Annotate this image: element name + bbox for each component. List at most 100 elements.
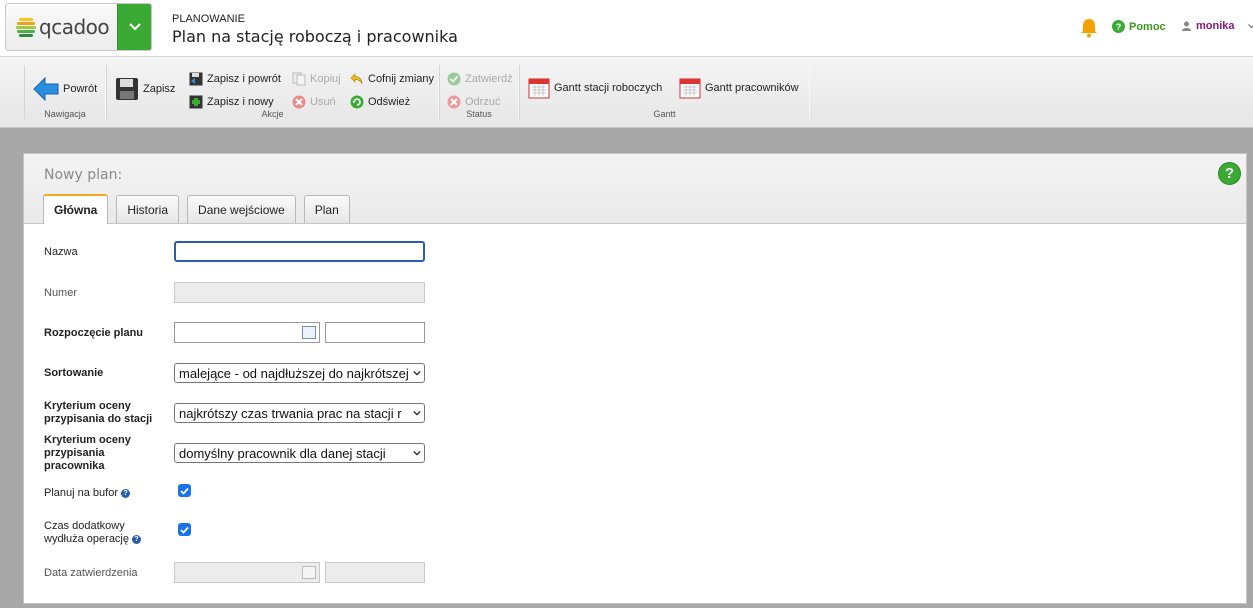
ribbon-group-navigation: Powrót Nawigacja [24, 65, 106, 119]
save-new-icon [189, 95, 203, 109]
worker-criterion-select[interactable]: domyślny pracownik dla danej stacji [174, 443, 425, 463]
ribbon-caption-status: Status [466, 109, 492, 119]
top-header: qcadoo PLANOWANIE Plan na stację roboczą… [0, 0, 1253, 57]
reject-label: Odrzuć [465, 96, 501, 108]
tab-main[interactable]: Główna [43, 194, 109, 224]
approve-button[interactable]: Zatwierdź [447, 72, 513, 86]
refresh-button[interactable]: Odśwież [350, 95, 410, 109]
logo-text: qcadoo [39, 15, 110, 39]
field-row-number: Numer [44, 287, 174, 300]
buffer-checkbox[interactable] [178, 484, 191, 497]
delete-label: Usuń [310, 96, 336, 108]
number-label: Numer [44, 287, 78, 299]
ribbon-caption-navigation: Nawigacja [44, 109, 86, 119]
back-button[interactable]: Powrót [33, 77, 97, 101]
section-label: PLANOWANIE [172, 13, 245, 25]
gantt-workers-label: Gantt pracowników [705, 82, 799, 94]
gantt-stations-button[interactable]: Gantt stacji roboczych [528, 77, 662, 99]
calendar-icon [528, 78, 550, 99]
form-tabs: Główna Historia Dane wejściowe Plan [43, 194, 350, 224]
buffer-label: Planuj na bufor [44, 487, 118, 499]
undo-icon [350, 73, 363, 85]
form-title: Nowy plan: [44, 167, 123, 183]
menu-toggle-button[interactable] [117, 4, 151, 50]
approval-date-input [174, 562, 320, 583]
gantt-workers-button[interactable]: Gantt pracowników [679, 77, 799, 99]
check-icon [180, 487, 189, 495]
approval-date-label: Data zatwierdzenia [44, 567, 138, 579]
chevron-down-icon [128, 23, 141, 31]
delete-icon [292, 95, 306, 109]
station-criterion-select[interactable]: najkrótszy czas trwania prac na stacji r [174, 403, 425, 423]
tab-history[interactable]: Historia [116, 195, 180, 223]
info-icon[interactable]: ? [121, 488, 130, 498]
number-input [174, 282, 425, 303]
form-window: Nowy plan: ? Główna Historia Dane wejści… [23, 153, 1247, 604]
field-row-start: Rozpoczęcie planu [44, 327, 174, 340]
calendar-icon[interactable] [302, 326, 316, 339]
approval-time-input [325, 562, 425, 583]
ribbon-group-actions: Zapisz Zapisz i powrót Zapisz i nowy Kop… [106, 65, 439, 119]
start-time-input[interactable] [325, 322, 425, 343]
save-button[interactable]: Zapisz [115, 77, 175, 101]
ribbon-group-gantt: Gantt stacji roboczych Gantt pracowników… [519, 65, 810, 119]
approve-icon [447, 72, 461, 86]
check-icon [180, 526, 189, 534]
tab-plan[interactable]: Plan [303, 195, 350, 223]
notification-bell-icon[interactable] [1080, 18, 1098, 38]
tab-input-data[interactable]: Dane wejściowe [187, 195, 296, 223]
name-label: Nazwa [44, 246, 78, 258]
floppy-disk-icon [116, 78, 138, 100]
save-and-new-button[interactable]: Zapisz i nowy [189, 95, 274, 109]
undo-changes-button[interactable]: Cofnij zmiany [350, 72, 434, 86]
delete-button[interactable]: Usuń [292, 95, 336, 109]
form-help-icon[interactable]: ? [1218, 162, 1241, 185]
save-and-back-button[interactable]: Zapisz i powrót [189, 72, 281, 86]
save-back-icon [189, 72, 203, 86]
buffer-label-wrap: Planuj na bufor? [44, 487, 174, 500]
copy-button[interactable]: Kopiuj [292, 72, 341, 86]
calendar-icon [679, 78, 701, 99]
chevron-down-icon [411, 407, 421, 419]
calendar-icon [302, 566, 316, 579]
extra-time-label-wrap: Czas dodatkowy wydłuża operację? [44, 520, 154, 546]
field-row-sort: Sortowanie [44, 367, 174, 380]
refresh-label: Odśwież [368, 96, 411, 108]
field-row-station-criterion: Kryterium oceny przypisania do stacji [44, 400, 174, 426]
reject-button[interactable]: Odrzuć [447, 95, 500, 109]
field-row-extra-time: Czas dodatkowy wydłuża operację? [44, 520, 154, 546]
field-row-approval-date: Data zatwierdzenia [44, 567, 174, 580]
chevron-down-icon [1247, 23, 1253, 28]
sort-label: Sortowanie [44, 367, 104, 379]
chevron-down-icon [411, 367, 421, 379]
page-title: Plan na stację roboczą i pracownika [172, 27, 458, 46]
start-date-input[interactable] [174, 322, 320, 343]
station-criterion-label: Kryterium oceny przypisania do stacji [44, 400, 153, 425]
name-input[interactable] [174, 241, 425, 262]
copy-icon [292, 72, 306, 86]
user-icon [1182, 21, 1191, 31]
save-label: Zapisz [143, 83, 176, 95]
info-icon[interactable]: ? [132, 534, 141, 544]
sort-value: malejące - od najdłuższej do najkrótszej [179, 365, 409, 381]
chevron-down-icon [411, 447, 421, 459]
user-menu[interactable]: monika [1182, 20, 1253, 32]
field-row-buffer: Planuj na bufor? [44, 487, 174, 500]
extra-time-checkbox[interactable] [178, 523, 191, 536]
copy-label: Kopiuj [310, 73, 341, 85]
reject-icon [447, 95, 461, 109]
form-window-header: Nowy plan: ? Główna Historia Dane wejści… [24, 154, 1246, 224]
help-link[interactable]: ? Pomoc [1112, 20, 1166, 33]
start-label: Rozpoczęcie planu [44, 327, 144, 339]
ribbon-caption-actions: Akcje [261, 109, 284, 119]
user-name: monika [1196, 20, 1235, 32]
station-criterion-value: najkrótszy czas trwania prac na stacji r [179, 405, 402, 421]
save-back-label: Zapisz i powrót [207, 73, 281, 85]
extra-time-label: Czas dodatkowy wydłuża operację [44, 520, 129, 545]
approve-label: Zatwierdź [465, 73, 513, 85]
refresh-icon [350, 95, 364, 109]
sort-select[interactable]: malejące - od najdłuższej do najkrótszej [174, 363, 425, 383]
logo-menu[interactable]: qcadoo [5, 3, 152, 51]
field-row-worker-criterion: Kryterium oceny przypisania pracownika [44, 434, 149, 473]
undo-label: Cofnij zmiany [368, 73, 435, 85]
